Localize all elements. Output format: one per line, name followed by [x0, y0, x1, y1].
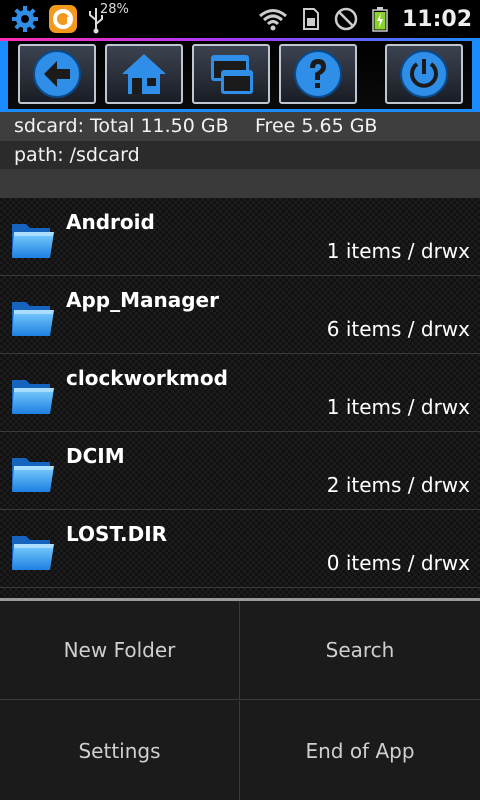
settings-button[interactable]: Settings	[0, 701, 240, 800]
folder-icon	[12, 458, 54, 492]
list-item[interactable]: clockworkmod 1 items / drwx	[0, 354, 480, 432]
help-button[interactable]	[279, 44, 357, 104]
toolbar	[0, 38, 480, 112]
folder-name: App_Manager	[66, 288, 219, 312]
new-folder-button[interactable]: New Folder	[0, 601, 240, 700]
spacer-bar	[0, 169, 480, 198]
usb-indicator: 28%	[86, 2, 129, 34]
folder-name: Android	[66, 210, 155, 234]
folder-meta: 1 items / drwx	[326, 239, 470, 263]
storage-info: sdcard: Total 11.50 GB Free 5.65 GB	[0, 112, 480, 141]
sim-icon	[302, 8, 319, 30]
file-list: Android 1 items / drwx App_Manager 6 ite…	[0, 198, 480, 598]
home-icon	[122, 54, 166, 94]
search-button[interactable]: Search	[240, 601, 480, 700]
list-item[interactable]: Android 1 items / drwx	[0, 198, 480, 276]
status-bar-left: 28%	[10, 2, 129, 34]
list-item[interactable]: DCIM 2 items / drwx	[0, 432, 480, 510]
folder-meta: 6 items / drwx	[326, 317, 470, 341]
status-bar: 28% 11:02	[0, 0, 480, 38]
power-button[interactable]	[385, 44, 463, 104]
home-button[interactable]	[105, 44, 183, 104]
windows-button[interactable]	[192, 44, 270, 104]
windows-icon	[211, 55, 253, 94]
path-text: path: /sdcard	[14, 144, 140, 166]
gear-icon	[12, 6, 38, 32]
wifi-icon	[259, 9, 287, 31]
clock-text: 11:02	[401, 6, 472, 32]
folder-meta: 0 items / drwx	[326, 551, 470, 575]
list-item[interactable]: LOST.DIR 0 items / drwx	[0, 510, 480, 588]
folder-name: LOST.DIR	[66, 522, 168, 546]
no-signal-icon	[334, 7, 358, 31]
folder-name: DCIM	[66, 444, 125, 468]
help-icon	[294, 50, 342, 98]
app-icon	[49, 5, 77, 33]
power-icon	[400, 50, 448, 98]
options-menu: New Folder Search Settings End of App	[0, 601, 480, 800]
folder-meta: 2 items / drwx	[326, 473, 470, 497]
battery-charging-icon	[372, 7, 388, 32]
end-of-app-button[interactable]: End of App	[240, 701, 480, 800]
status-bar-right: 11:02	[258, 4, 472, 34]
folder-icon	[12, 380, 54, 414]
storage-free-text: Free 5.65 GB	[255, 115, 378, 137]
usb-percent-text: 28%	[100, 2, 129, 17]
folder-icon	[12, 302, 54, 336]
folder-icon	[12, 224, 54, 258]
back-icon	[33, 50, 81, 98]
path-bar: path: /sdcard	[0, 141, 480, 169]
list-item[interactable]: App_Manager 6 items / drwx	[0, 276, 480, 354]
storage-total-text: sdcard: Total 11.50 GB	[14, 115, 229, 137]
folder-name: clockworkmod	[66, 366, 228, 390]
folder-meta: 1 items / drwx	[326, 395, 470, 419]
folder-icon	[12, 536, 54, 570]
back-button[interactable]	[18, 44, 96, 104]
